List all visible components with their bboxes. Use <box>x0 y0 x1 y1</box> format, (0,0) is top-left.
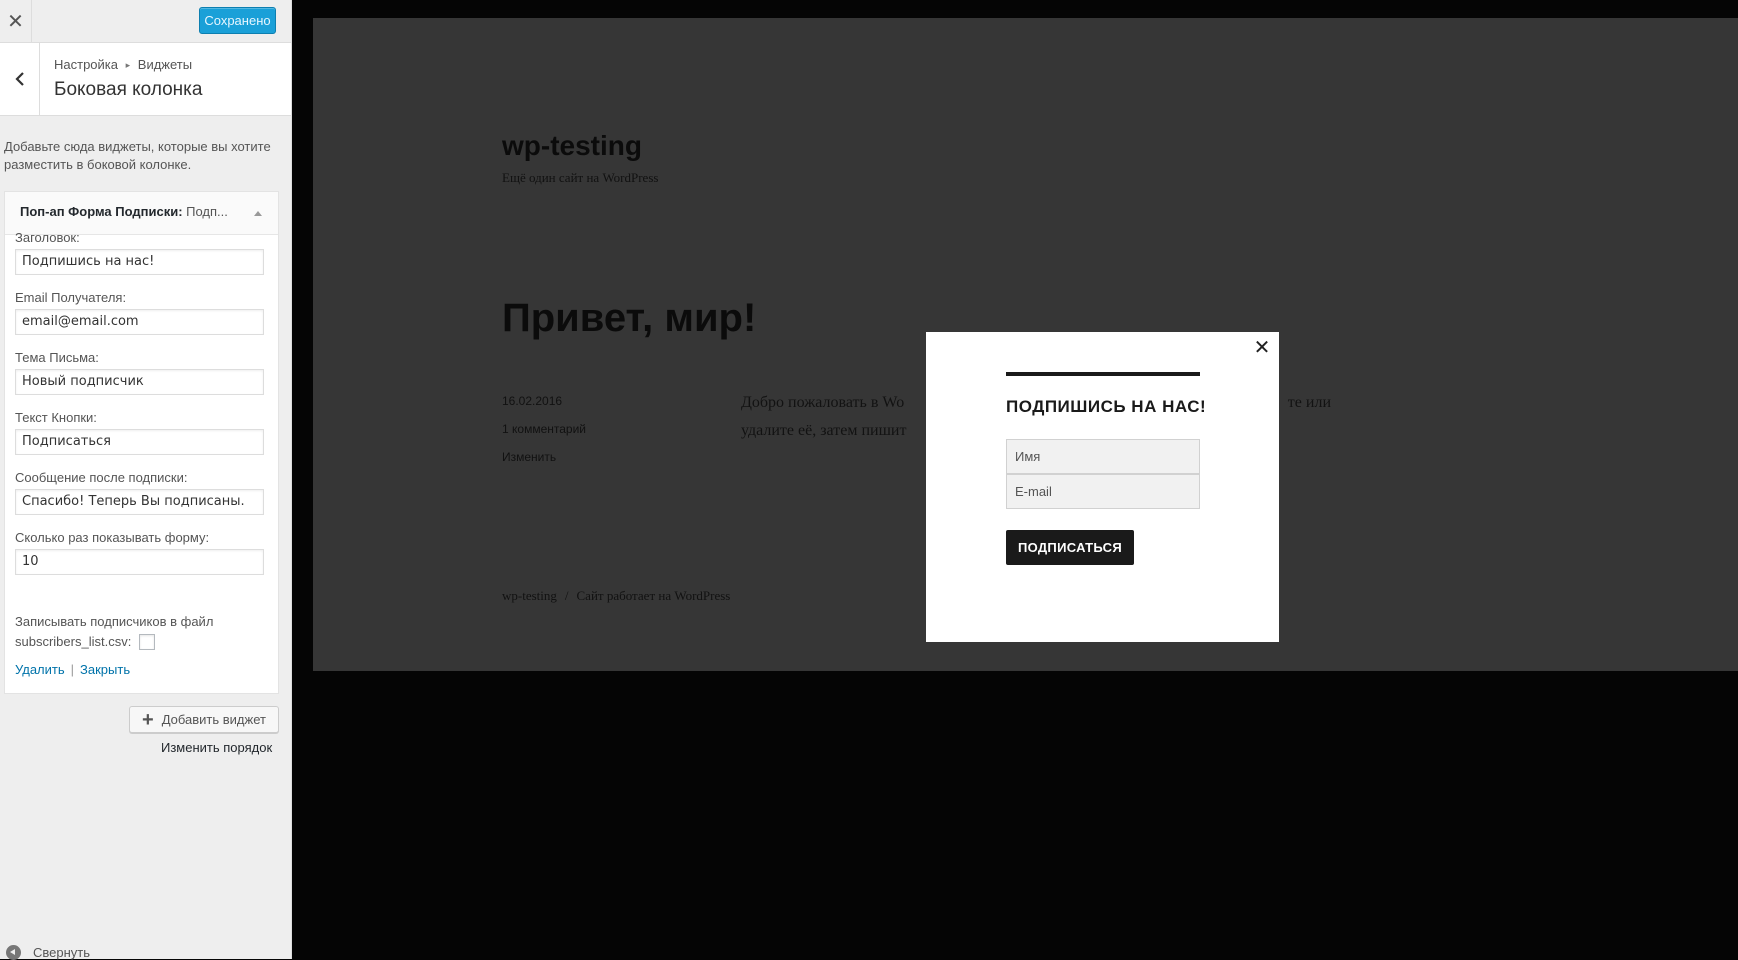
customizer-sidebar: ✕ Сохранено Настройка ▸ Виджеты Боковая … <box>0 0 292 960</box>
field-title: Заголовок: Подпишись на нас! <box>15 230 265 275</box>
plus-icon: + <box>142 708 154 731</box>
recipient-email-input[interactable]: email@email.com <box>15 309 264 335</box>
field-label: Email Получателя: <box>15 290 127 305</box>
subscribe-button[interactable]: ПОДПИСАТЬСЯ <box>1006 530 1134 565</box>
field-success-message: Сообщение после подписки: Спасибо! Тепер… <box>15 470 265 515</box>
footer-separator: / <box>564 588 569 603</box>
close-icon: ✕ <box>7 10 24 33</box>
reorder-link[interactable]: Изменить порядок <box>161 740 272 755</box>
close-icon[interactable]: ✕ <box>1252 338 1272 358</box>
popup-divider <box>1006 372 1200 376</box>
popup-title: ПОДПИШИСЬ НА НАС! <box>1006 397 1207 416</box>
collapse-label: Свернуть <box>33 945 91 960</box>
add-widget-label: Добавить виджет <box>161 712 266 727</box>
customizer-header: ✕ Сохранено <box>0 0 291 43</box>
action-separator: | <box>70 662 75 677</box>
caret-up-icon[interactable] <box>254 211 262 216</box>
post-comments-link[interactable]: 1 комментарий <box>502 422 586 436</box>
breadcrumb-separator-icon: ▸ <box>125 60 131 70</box>
collapse-icon <box>6 945 21 960</box>
widget-subtitle: Подп... <box>182 204 228 219</box>
post-text: те или <box>1287 394 1331 411</box>
field-button-text: Текст Кнопки: Подписаться <box>15 410 265 455</box>
section-description: Добавьте сюда виджеты, которые вы хотите… <box>4 139 271 172</box>
chevron-left-icon <box>14 72 24 86</box>
breadcrumb-current: Виджеты <box>137 57 193 72</box>
field-recipient-email: Email Получателя: email@email.com <box>15 290 265 335</box>
email-input[interactable]: E-mail <box>1006 474 1200 509</box>
widget-title: Поп-ап Форма Подписки: <box>20 204 183 219</box>
field-label: Сколько раз показывать форму: <box>15 530 210 545</box>
saved-button[interactable]: Сохранено <box>199 7 276 34</box>
section-header: Настройка ▸ Виджеты Боковая колонка <box>0 43 291 116</box>
show-count-input[interactable]: 10 <box>15 549 264 575</box>
site-tagline: Ещё один сайт на WordPress <box>502 170 659 185</box>
save-subscribers-checkbox[interactable] <box>139 634 156 650</box>
field-label: Сообщение после подписки: <box>15 470 188 485</box>
back-button[interactable] <box>0 43 40 115</box>
close-customizer-button[interactable]: ✕ <box>0 0 32 42</box>
site-footer: wp-testing / Сайт работает на WordPress <box>502 588 730 604</box>
footer-powered-link[interactable]: Сайт работает на WordPress <box>577 588 731 603</box>
post-title[interactable]: Привет, мир! <box>502 296 756 341</box>
close-widget-link[interactable]: Закрыть <box>80 662 130 677</box>
title-input[interactable]: Подпишись на нас! <box>15 249 264 275</box>
widget-panel: Поп-ап Форма Подписки: Подп... Заголовок… <box>4 191 279 694</box>
widget-actions: Удалить | Закрыть <box>15 662 130 677</box>
breadcrumb-parent: Настройка <box>54 57 118 72</box>
delete-widget-link[interactable]: Удалить <box>15 662 65 677</box>
save-subscribers-label: Записывать подписчиков в файл subscriber… <box>15 614 214 649</box>
field-subject: Тема Письма: Новый подписчик <box>15 350 265 395</box>
collapse-button[interactable]: Свернуть <box>6 945 90 960</box>
subject-input[interactable]: Новый подписчик <box>15 369 264 395</box>
widget-header[interactable]: Поп-ап Форма Подписки: Подп... <box>5 192 278 235</box>
section-title: Боковая колонка <box>54 79 203 100</box>
breadcrumb: Настройка ▸ Виджеты <box>54 57 192 72</box>
post-date[interactable]: 16.02.2016 <box>502 394 562 408</box>
name-input[interactable]: Имя <box>1006 439 1200 474</box>
footer-site-link[interactable]: wp-testing <box>502 588 557 603</box>
save-subscribers-field: Записывать подписчиков в файл subscriber… <box>15 612 265 652</box>
field-label: Заголовок: <box>15 230 80 245</box>
field-show-count: Сколько раз показывать форму: 10 <box>15 530 265 575</box>
post-text: Добро пожаловать в Wo <box>741 394 905 411</box>
field-label: Тема Письма: <box>15 350 99 365</box>
post-edit-link[interactable]: Изменить <box>502 450 556 464</box>
site-title[interactable]: wp-testing <box>502 130 642 162</box>
subscribe-popup: ✕ ПОДПИШИСЬ НА НАС! Имя E-mail ПОДПИСАТЬ… <box>926 332 1279 642</box>
button-text-input[interactable]: Подписаться <box>15 429 264 455</box>
field-label: Текст Кнопки: <box>15 410 97 425</box>
success-message-input[interactable]: Спасибо! Теперь Вы подписаны. <box>15 489 264 515</box>
add-widget-button[interactable]: + Добавить виджет <box>129 706 279 733</box>
